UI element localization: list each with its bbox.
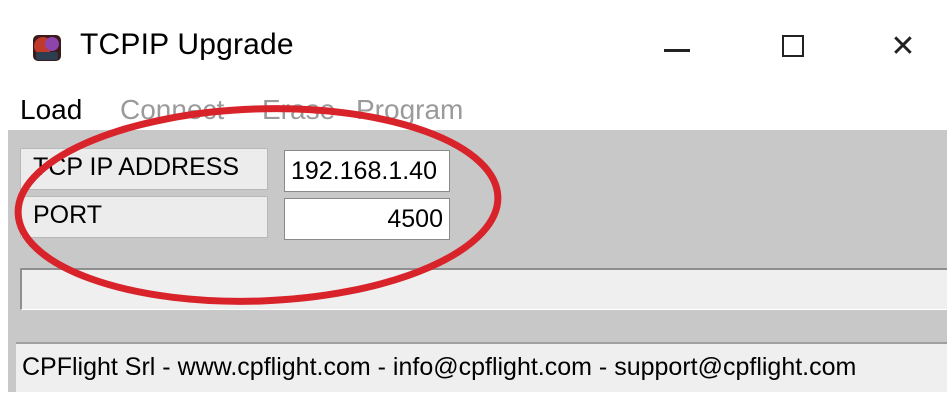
maximize-icon [782,35,804,57]
ip-address-field[interactable]: 192.168.1.40 [284,150,450,192]
ip-address-label: TCP IP ADDRESS [20,148,268,190]
close-icon: ✕ [890,28,916,64]
menu-item-erase[interactable]: Erase [262,94,335,126]
menu-item-program[interactable]: Program [356,94,463,126]
maximize-button[interactable] [748,14,838,78]
tcpip-upgrade-window: TCPIP Upgrade ✕ Load Connect Erase Progr… [0,0,947,403]
status-text: CPFlight Srl - www.cpflight.com - info@c… [22,353,857,381]
port-field[interactable]: 4500 [284,198,450,240]
app-icon [33,35,61,61]
client-area: TCP IP ADDRESS 192.168.1.40 PORT 4500 CP… [8,130,947,392]
minimize-button[interactable] [632,14,722,78]
title-bar[interactable]: TCPIP Upgrade ✕ [0,0,947,86]
close-button[interactable]: ✕ [858,14,947,78]
status-bar: CPFlight Srl - www.cpflight.com - info@c… [16,342,947,392]
port-label: PORT [20,196,268,238]
menu-item-connect[interactable]: Connect [120,94,224,126]
minimize-icon [664,48,690,52]
progress-bar [20,268,947,310]
window-title: TCPIP Upgrade [80,28,294,61]
menu-bar: Load Connect Erase Program [0,86,947,130]
menu-item-load[interactable]: Load [20,94,82,126]
